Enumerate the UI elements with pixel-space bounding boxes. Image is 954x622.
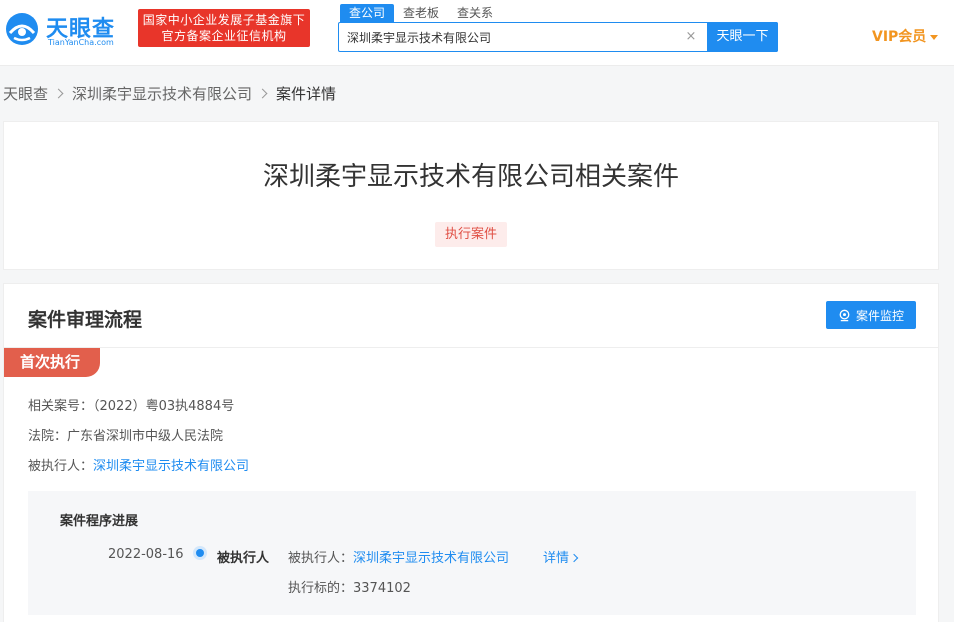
slogan-line-2: 官方备案企业征信机构	[161, 29, 287, 43]
vip-menu[interactable]: VIP会员	[872, 26, 939, 46]
case-number-value: （2022）粤03执4884号	[93, 399, 235, 414]
progress-amount-label: 执行标的：	[288, 581, 354, 596]
monitor-icon	[839, 309, 850, 321]
tab-company[interactable]: 查公司	[340, 4, 395, 22]
case-monitor-button[interactable]: 案件监控	[826, 301, 916, 329]
clear-icon[interactable]: ×	[683, 29, 699, 45]
site-logo[interactable]: 天眼查 TianYanCha.com	[4, 9, 128, 49]
timeline-dot-icon	[196, 549, 204, 557]
progress-party-label: 被执行人：	[288, 551, 354, 566]
search-input[interactable]	[339, 23, 669, 51]
executed-party-link[interactable]: 深圳柔宇显示技术有限公司	[93, 459, 249, 474]
case-type-tag: 执行案件	[435, 222, 507, 247]
breadcrumb-current: 案件详情	[276, 85, 337, 103]
search-button[interactable]: 天眼一下	[707, 22, 778, 52]
court-label: 法院：	[28, 429, 68, 444]
logo-icon	[6, 13, 38, 45]
logo-domain: TianYanCha.com	[48, 38, 114, 47]
court-row: 法院：广东省深圳市中级人民法院	[28, 425, 223, 444]
section-title: 案件审理流程	[28, 309, 143, 331]
progress-party: 被执行人：深圳柔宇显示技术有限公司	[288, 547, 509, 566]
case-number-label: 相关案号：	[28, 399, 94, 414]
progress-detail-link[interactable]: 详情	[543, 547, 579, 566]
progress-amount: 执行标的：3374102	[288, 577, 411, 596]
chevron-right-icon	[569, 553, 579, 563]
chevron-right-icon	[53, 88, 64, 99]
progress-amount-value: 3374102	[353, 581, 411, 596]
executed-party-label: 被执行人：	[28, 459, 94, 474]
breadcrumb: 天眼查 深圳柔宇显示技术有限公司 案件详情	[3, 83, 336, 104]
search-tabs: 查公司 查老板 查关系	[340, 4, 502, 22]
top-header: 天眼查 TianYanCha.com 国家中小企业发展子基金旗下 官方备案企业征…	[0, 0, 954, 66]
case-monitor-label: 案件监控	[855, 308, 904, 323]
page-title: 深圳柔宇显示技术有限公司相关案件	[262, 162, 679, 192]
tab-relation[interactable]: 查关系	[448, 4, 502, 22]
progress-title: 案件程序进展	[60, 514, 139, 529]
vip-label: VIP会员	[872, 29, 927, 45]
search-box: × 天眼一下	[338, 22, 778, 52]
slogan-line-1: 国家中小企业发展子基金旗下	[142, 13, 306, 27]
case-number-row: 相关案号：（2022）粤03执4884号	[28, 395, 234, 414]
caret-down-icon	[930, 34, 939, 40]
chevron-right-icon	[257, 88, 268, 99]
progress-date: 2022-08-16	[108, 547, 184, 562]
stage-ribbon: 首次执行	[4, 348, 100, 377]
case-process-card: 案件审理流程 案件监控 首次执行 相关案号：（2022）粤03执4884号 法院…	[3, 283, 939, 622]
executed-party-row: 被执行人：深圳柔宇显示技术有限公司	[28, 455, 249, 474]
progress-box: 案件程序进展 2022-08-16 被执行人 被执行人：深圳柔宇显示技术有限公司…	[28, 491, 916, 615]
tab-boss[interactable]: 查老板	[394, 4, 448, 22]
breadcrumb-home[interactable]: 天眼查	[3, 83, 48, 104]
progress-role: 被执行人	[217, 551, 270, 566]
progress-party-link[interactable]: 深圳柔宇显示技术有限公司	[353, 551, 509, 566]
breadcrumb-company[interactable]: 深圳柔宇显示技术有限公司	[72, 83, 252, 104]
slogan-banner: 国家中小企业发展子基金旗下 官方备案企业征信机构	[138, 9, 310, 47]
progress-detail-label: 详情	[543, 551, 570, 566]
court-value: 广东省深圳市中级人民法院	[67, 429, 224, 444]
title-card: 深圳柔宇显示技术有限公司相关案件 执行案件	[3, 121, 939, 270]
divider	[4, 347, 938, 348]
